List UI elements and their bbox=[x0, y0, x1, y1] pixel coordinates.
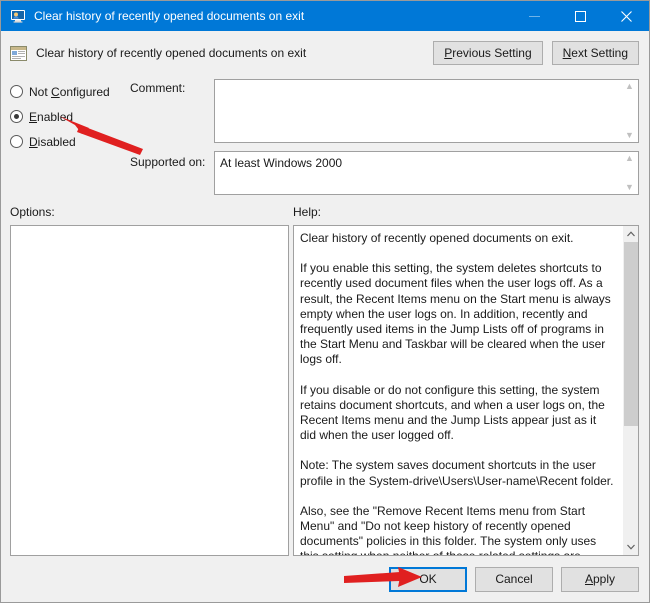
help-paragraph: Also, see the "Remove Recent Items menu … bbox=[300, 503, 597, 555]
help-panel: Clear history of recently opened documen… bbox=[293, 225, 639, 556]
scroll-down-icon[interactable]: ▼ bbox=[625, 131, 634, 140]
state-radio-group: Not Configured Enabled Disabled bbox=[10, 75, 130, 199]
options-label: Options: bbox=[10, 205, 55, 219]
help-paragraph: Note: The system saves document shortcut… bbox=[300, 458, 614, 488]
window-controls bbox=[511, 1, 649, 31]
radio-disabled[interactable]: Disabled bbox=[10, 129, 130, 154]
supported-on-value: At least Windows 2000 bbox=[220, 156, 343, 170]
help-paragraph: If you disable or do not configure this … bbox=[300, 382, 605, 443]
comment-row: Comment: ▲ ▼ bbox=[130, 79, 639, 143]
radio-enabled[interactable]: Enabled bbox=[10, 104, 130, 129]
scroll-up-icon[interactable]: ▲ bbox=[625, 82, 634, 91]
policy-setting-monitor-icon bbox=[10, 8, 26, 24]
radio-not-configured-label: Not Configured bbox=[29, 84, 110, 99]
setting-nav-buttons: Previous Setting Next Setting bbox=[433, 41, 639, 65]
comment-label: Comment: bbox=[130, 81, 186, 95]
radio-enabled-indicator[interactable] bbox=[10, 110, 23, 123]
radio-enabled-label: Enabled bbox=[29, 109, 74, 124]
help-scrollbar-track[interactable] bbox=[623, 242, 639, 539]
help-label: Help: bbox=[293, 205, 322, 219]
policy-setting-window-icon bbox=[10, 45, 27, 62]
scroll-up-icon[interactable]: ▲ bbox=[625, 154, 634, 163]
cancel-button[interactable]: Cancel bbox=[475, 566, 553, 592]
comment-value[interactable] bbox=[215, 80, 621, 142]
radio-not-configured-indicator[interactable] bbox=[10, 85, 23, 98]
setting-title: Clear history of recently opened documen… bbox=[36, 46, 307, 60]
panel-labels: Options: Help: bbox=[1, 199, 649, 225]
title-bar: Clear history of recently opened documen… bbox=[1, 1, 649, 31]
panels-area: Clear history of recently opened documen… bbox=[1, 225, 649, 556]
previous-setting-button[interactable]: Previous Setting bbox=[433, 41, 543, 65]
radio-disabled-label: Disabled bbox=[29, 134, 76, 149]
group-policy-setting-dialog: Clear history of recently opened documen… bbox=[0, 0, 650, 603]
help-scrollbar-thumb[interactable] bbox=[623, 242, 638, 427]
dialog-footer: OK Cancel Apply bbox=[1, 556, 649, 602]
supported-on-row: Supported on: At least Windows 2000 ▲ ▼ bbox=[130, 143, 639, 195]
setting-header: Clear history of recently opened documen… bbox=[1, 31, 649, 75]
help-content: Clear history of recently opened documen… bbox=[294, 226, 622, 555]
supported-on-textarea[interactable]: At least Windows 2000 ▲ ▼ bbox=[214, 151, 639, 195]
options-panel[interactable] bbox=[10, 225, 289, 556]
supported-on-label: Supported on: bbox=[130, 155, 206, 169]
supported-on-scrollbar[interactable]: ▲ ▼ bbox=[621, 152, 638, 194]
window-title: Clear history of recently opened documen… bbox=[34, 9, 305, 23]
comment-scrollbar[interactable]: ▲ ▼ bbox=[621, 80, 638, 142]
scroll-down-icon[interactable]: ▼ bbox=[625, 183, 634, 192]
help-paragraph: Clear history of recently opened documen… bbox=[300, 231, 574, 245]
minimize-button[interactable] bbox=[511, 1, 557, 31]
comment-textarea[interactable]: ▲ ▼ bbox=[214, 79, 639, 143]
close-button[interactable] bbox=[603, 1, 649, 31]
radio-not-configured[interactable]: Not Configured bbox=[10, 79, 130, 104]
metadata-fields: Comment: ▲ ▼ Supported on: At least Wind… bbox=[130, 75, 639, 199]
apply-button[interactable]: Apply bbox=[561, 566, 639, 592]
help-scrollbar[interactable] bbox=[622, 226, 638, 555]
ok-button[interactable]: OK bbox=[389, 566, 467, 592]
maximize-button[interactable] bbox=[557, 1, 603, 31]
options-content bbox=[11, 226, 288, 555]
scroll-down-icon[interactable] bbox=[623, 539, 639, 555]
radio-disabled-indicator[interactable] bbox=[10, 135, 23, 148]
setting-state-area: Not Configured Enabled Disabled Comment:… bbox=[1, 75, 649, 199]
next-setting-button[interactable]: Next Setting bbox=[551, 41, 639, 65]
scroll-up-icon[interactable] bbox=[623, 226, 639, 242]
help-paragraph: If you enable this setting, the system d… bbox=[300, 261, 611, 367]
